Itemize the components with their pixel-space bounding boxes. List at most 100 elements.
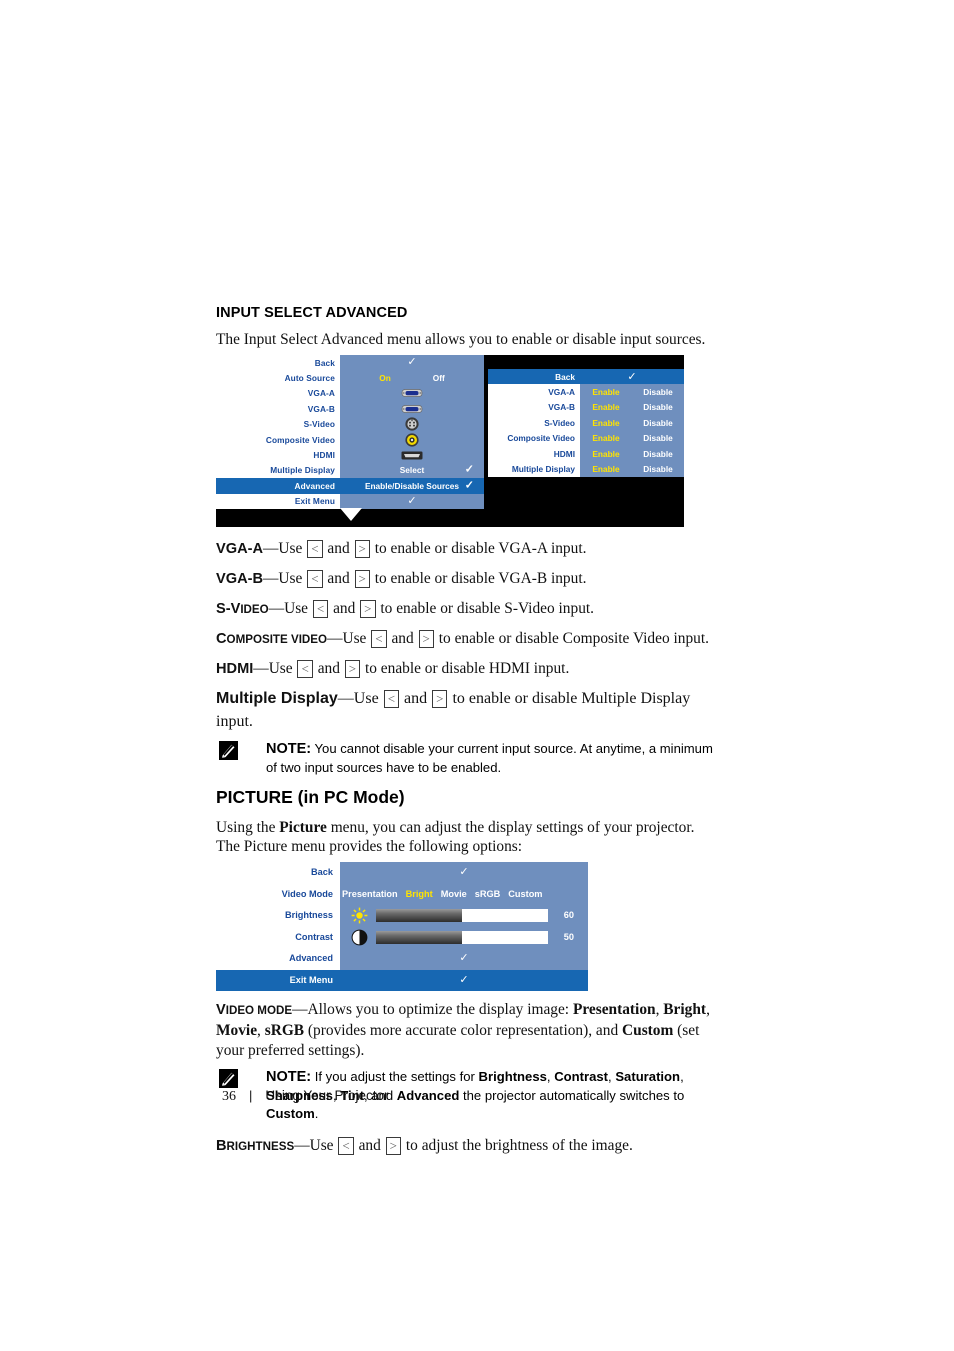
definition-term: BRIGHTNESS (216, 1137, 295, 1154)
video-mode-option-movie[interactable]: Movie (441, 889, 467, 899)
page-number: 36 (222, 1089, 236, 1104)
left-arrow-key-icon: < (338, 1136, 354, 1155)
picture-row-value: Presentation Bright Movie sRGB Custom (340, 883, 588, 905)
brightness-slider-fill (376, 909, 462, 923)
osd-row-multiple-display[interactable]: Multiple Display Select ✓ (216, 462, 484, 479)
osd-subpanel-row-multiple-display[interactable]: Multiple Display Enable Disable (488, 461, 684, 477)
video-mode-option-bright[interactable]: Bright (406, 889, 433, 899)
picture-row-label: Contrast (216, 926, 340, 948)
osd-subpanel-label: Composite Video (488, 430, 580, 446)
picture-row-label: Back (216, 862, 340, 884)
left-arrow-key-icon: < (371, 630, 387, 648)
page-content: INPUT SELECT ADVANCED The Input Select A… (216, 305, 716, 1164)
picture-row-advanced[interactable]: Advanced ✓ (216, 948, 588, 970)
enable-option[interactable]: Enable (580, 445, 632, 462)
osd-row-label: S-Video (216, 416, 340, 432)
picture-row-video-mode[interactable]: Video Mode Presentation Bright Movie sRG… (216, 883, 588, 905)
enable-option[interactable]: Enable (580, 415, 632, 431)
osd-row-vga-a[interactable]: VGA-A (216, 385, 484, 402)
osd-row-composite-video[interactable]: Composite Video (216, 431, 484, 448)
definition-text: and (358, 1136, 381, 1154)
picture-row-brightness[interactable]: Brightness 60 (216, 905, 588, 927)
osd-row-label: VGA-A (216, 385, 340, 402)
auto-source-off-option[interactable]: Off (433, 374, 445, 383)
picture-row-label: Brightness (216, 905, 340, 927)
osd-row-auto-source[interactable]: Auto Source On Off (216, 370, 484, 386)
osd-subpanel-row-s-video[interactable]: S-Video Enable Disable (488, 415, 684, 431)
left-arrow-key-icon: < (312, 600, 329, 618)
enable-option[interactable]: Enable (580, 461, 632, 477)
definition-text: —Use (294, 1136, 334, 1154)
checkmark-icon: ✓ (459, 973, 469, 986)
brightness-value: 60 (563, 910, 574, 921)
checkmark-icon: ✓ (459, 952, 469, 965)
definition-text: —Use (263, 570, 303, 587)
auto-source-on-option[interactable]: On (379, 374, 391, 383)
video-mode-option-srgb[interactable]: sRGB (475, 889, 501, 899)
osd-subpanel-row-hdmi[interactable]: HDMI Enable Disable (488, 445, 684, 462)
osd-row-value (340, 431, 484, 448)
enable-option[interactable]: Enable (580, 399, 632, 416)
left-arrow-key-icon: < (307, 570, 323, 588)
definition-video-mode: VIDEO MODE—Allows you to optimize the di… (216, 1001, 710, 1059)
osd-row-value-text: Enable/Disable Sources (364, 480, 460, 491)
picture-row-label: Video Mode (216, 883, 340, 905)
note-text: NOTE: You cannot disable your current in… (266, 740, 716, 777)
osd-row-label: Composite Video (216, 431, 340, 448)
osd-row-value: On Off (340, 370, 484, 386)
osd-row-value: ✓ (340, 493, 484, 509)
disable-option[interactable]: Disable (632, 430, 684, 446)
definition-text: and (327, 540, 350, 557)
osd-row-value (340, 385, 484, 402)
enable-option[interactable]: Enable (580, 430, 632, 446)
osd-subpanel-row-vga-a[interactable]: VGA-A Enable Disable (488, 384, 684, 400)
osd-row-hdmi[interactable]: HDMI (216, 447, 484, 463)
right-arrow-key-icon: > (385, 1136, 402, 1155)
osd-left-panel: Back ✓ Auto Source On Off VGA-A VGA-B S-… (216, 355, 484, 509)
video-mode-options: Presentation Bright Movie sRGB Custom (340, 889, 588, 899)
video-mode-option-presentation[interactable]: Presentation (342, 889, 398, 899)
disable-option[interactable]: Disable (632, 384, 684, 400)
picture-row-value: ✓ (340, 862, 588, 884)
picture-row-contrast[interactable]: Contrast 50 (216, 926, 588, 948)
osd-subpanel-label: S-Video (488, 415, 580, 431)
definition-text: to enable or disable VGA-B input. (374, 570, 587, 587)
definition-term: VGA-A (216, 541, 264, 557)
video-mode-option-custom[interactable]: Custom (508, 889, 542, 899)
brightness-slider[interactable] (376, 909, 548, 923)
contrast-value: 50 (563, 931, 574, 942)
definition-text: and (333, 600, 356, 617)
osd-row-value: Enable/Disable Sources ✓ (340, 478, 484, 494)
contrast-slider[interactable] (376, 930, 548, 944)
disable-option[interactable]: Disable (632, 461, 684, 477)
checkmark-icon: ✓ (459, 866, 469, 879)
definition-term: HDMI (216, 661, 254, 677)
picture-row-back[interactable]: Back ✓ (216, 862, 588, 884)
osd-row-label: Advanced (216, 478, 340, 494)
picture-row-value: ✓ (340, 969, 588, 991)
osd-row-back[interactable]: Back ✓ (216, 355, 484, 371)
osd-row-vga-b[interactable]: VGA-B (216, 401, 484, 417)
disable-option[interactable]: Disable (632, 399, 684, 416)
osd-row-exit-menu[interactable]: Exit Menu ✓ (216, 493, 484, 509)
osd-subpanel-row-vga-b[interactable]: VGA-B Enable Disable (488, 399, 684, 416)
left-arrow-key-icon: < (297, 660, 313, 678)
right-arrow-key-icon: > (360, 600, 376, 618)
osd-row-value (340, 401, 484, 417)
definition-term: Multiple Display (216, 690, 338, 707)
osd-row-s-video[interactable]: S-Video (216, 416, 484, 432)
osd-row-advanced[interactable]: Advanced Enable/Disable Sources ✓ (216, 478, 484, 494)
enable-option[interactable]: Enable (580, 384, 632, 400)
definition-term: COMPOSITE VIDEO (216, 631, 328, 647)
definition-text: —Use (253, 660, 293, 677)
osd-subpanel-row-back[interactable]: Back ✓ (488, 369, 684, 385)
osd-picture-menu: Back ✓ Video Mode Presentation Bright Mo… (216, 862, 588, 991)
picture-row-value: ✓ (340, 948, 588, 970)
footer-separator: | (249, 1088, 253, 1103)
osd-subpanel-row-composite-video[interactable]: Composite Video Enable Disable (488, 430, 684, 446)
disable-option[interactable]: Disable (632, 415, 684, 431)
disable-option[interactable]: Disable (632, 445, 684, 462)
osd-subpanel-label: Back (488, 369, 580, 385)
picture-row-exit-menu[interactable]: Exit Menu ✓ (216, 969, 588, 991)
checkmark-icon: ✓ (464, 463, 474, 476)
